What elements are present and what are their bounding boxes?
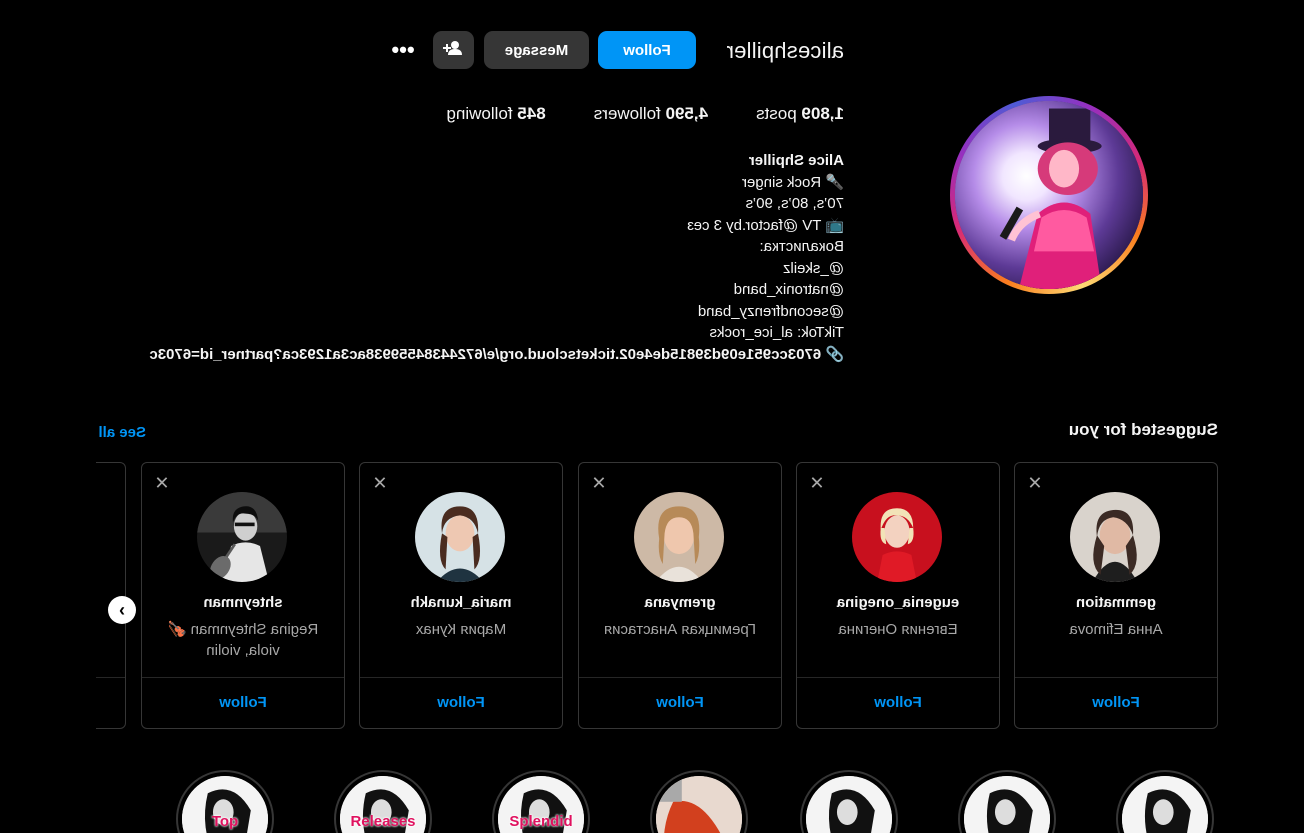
more-options-icon[interactable]: •••: [388, 36, 418, 64]
dismiss-icon[interactable]: ✕: [1027, 473, 1043, 493]
highlight-item[interactable]: [800, 770, 898, 833]
profile-page: aliceshpiller Follow Message ••• 1,809 p…: [0, 0, 1304, 833]
suggested-carousel: ✕ gemmation Анна Efimova Follow ✕ eugeni…: [96, 462, 1218, 730]
bio-mention-link[interactable]: @natronix_band: [84, 279, 844, 301]
suggestion-card: ✕ gemmation Анна Efimova Follow: [1014, 462, 1218, 729]
suggestion-username[interactable]: eugenia_onegina: [797, 594, 999, 611]
dismiss-icon[interactable]: ✕: [154, 473, 170, 493]
suggestion-avatar[interactable]: [415, 492, 505, 582]
see-all-link[interactable]: See all: [98, 424, 146, 441]
chevron-right-icon: ›: [119, 599, 125, 620]
highlight-label: Top: [211, 813, 239, 830]
bio-full-name: Alice Shpiller: [748, 152, 844, 169]
bio-line: 📺 TV @factor.by 3 сез: [687, 216, 844, 234]
highlight-item[interactable]: Releases: [334, 770, 432, 833]
bio-line: 70’s, 80’s, 90’s: [745, 195, 844, 212]
suggestion-follow-button[interactable]: Follow: [142, 694, 344, 711]
suggestion-follow-button[interactable]: Follow: [797, 694, 999, 711]
highlight-item[interactable]: Splendid: [492, 770, 590, 833]
dismiss-icon[interactable]: ✕: [591, 473, 607, 493]
bio-mention-link[interactable]: @secondfrenzy_band: [84, 301, 844, 323]
following-stat[interactable]: 845 following: [446, 104, 545, 124]
bio-line: Вокалистка:: [759, 238, 845, 255]
profile-bio: Alice Shpiller 🎤 Rock singer 70’s, 80’s,…: [84, 150, 844, 365]
suggested-title: Suggested for you: [1068, 420, 1218, 439]
posts-stat: 1,809 posts: [756, 104, 844, 123]
bio-mention-link[interactable]: @_skeilz: [84, 258, 844, 280]
profile-stats: 1,809 posts 4,590 followers 845 followin…: [446, 104, 844, 124]
highlight-label: Releases: [350, 813, 416, 830]
add-user-icon: [443, 40, 464, 60]
highlight-item[interactable]: Top: [176, 770, 274, 833]
suggestion-follow-button[interactable]: Follow: [360, 694, 562, 711]
suggestion-fullname: Гремицкая Анастасия: [604, 621, 756, 638]
carousel-next-button[interactable]: ›: [108, 596, 136, 624]
suggestion-card: ✕ shteynman Regina Shteynman 🎻 viola, vi…: [141, 462, 345, 729]
suggestion-username[interactable]: shteynman: [142, 594, 344, 611]
profile-username: aliceshpiller: [726, 38, 844, 63]
highlight-item[interactable]: [1116, 770, 1214, 833]
highlight-label: Splendid: [509, 813, 573, 830]
bio-line: 🎤 Rock singer: [741, 173, 844, 191]
suggestion-avatar[interactable]: [852, 492, 942, 582]
suggestion-username[interactable]: gemmation: [1015, 594, 1217, 611]
bio-external-link[interactable]: 🔗 6703cc951e09d39815de4e02.ticketscloud.…: [84, 344, 844, 366]
suggestion-follow-button[interactable]: Follow: [579, 694, 781, 711]
suggestion-avatar[interactable]: [197, 492, 287, 582]
dismiss-icon[interactable]: ✕: [372, 473, 388, 493]
bio-line: TikTok: al_ice_rocks: [709, 324, 845, 341]
avatar-photo: [955, 101, 1143, 289]
suggestion-card: ✕ eugenia_onegina Евгения Онегина Follow: [796, 462, 1000, 729]
suggestion-fullname: Анна Efimova: [1069, 621, 1163, 638]
profile-avatar[interactable]: [950, 96, 1148, 294]
follow-button[interactable]: Follow: [598, 31, 696, 69]
suggestion-fullname: Мария Кунах: [415, 621, 507, 638]
suggestion-card: ✕ maria_kunakh Мария Кунах Follow: [359, 462, 563, 729]
suggestion-username[interactable]: maria_kunakh: [360, 594, 562, 611]
suggestion-avatar[interactable]: [634, 492, 724, 582]
highlight-item[interactable]: [958, 770, 1056, 833]
dismiss-icon[interactable]: ✕: [809, 473, 825, 493]
message-button-label: Message: [504, 41, 569, 59]
suggestion-card: ✕ gremyana Гремицкая Анастасия Follow: [578, 462, 782, 729]
suggestion-avatar[interactable]: [1070, 492, 1160, 582]
suggestion-username[interactable]: gremyana: [579, 594, 781, 611]
suggest-similar-button[interactable]: [433, 31, 474, 69]
message-button[interactable]: Message: [484, 31, 589, 69]
follow-button-label: Follow: [623, 41, 671, 59]
suggestion-fullname: Regina Shteynman 🎻 viola, violin: [167, 621, 319, 659]
suggestion-fullname: Евгения Онегина: [838, 621, 958, 638]
followers-stat[interactable]: 4,590 followers: [594, 104, 708, 124]
suggestion-follow-button[interactable]: Follow: [1015, 694, 1217, 711]
highlight-item[interactable]: [650, 770, 748, 833]
